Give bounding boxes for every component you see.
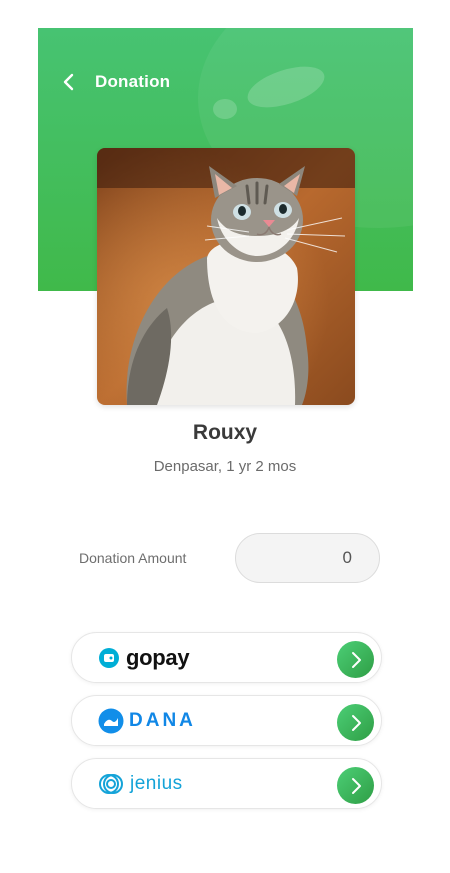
payment-option-jenius[interactable]: jenius bbox=[71, 758, 382, 809]
pet-photo bbox=[97, 148, 355, 405]
jenius-logo-icon bbox=[99, 774, 123, 794]
jenius-logo: jenius bbox=[98, 770, 183, 798]
payment-label: jenius bbox=[130, 773, 183, 794]
payment-label: gopay bbox=[126, 645, 190, 670]
proceed-button[interactable] bbox=[337, 641, 374, 678]
payment-option-gopay[interactable]: gopay bbox=[71, 632, 382, 683]
chevron-right-icon bbox=[351, 777, 361, 794]
payment-option-dana[interactable]: DANA bbox=[71, 695, 382, 746]
chevron-right-icon bbox=[351, 651, 361, 668]
donation-amount-input[interactable] bbox=[235, 533, 380, 583]
gopay-logo: gopay bbox=[98, 644, 190, 672]
proceed-button[interactable] bbox=[337, 704, 374, 741]
proceed-button[interactable] bbox=[337, 767, 374, 804]
cat-image bbox=[97, 148, 355, 405]
chevron-left-icon bbox=[63, 73, 74, 91]
donation-amount-label: Donation Amount bbox=[79, 550, 187, 566]
page-title: Donation bbox=[95, 72, 171, 91]
header-decoration bbox=[213, 99, 237, 119]
gopay-logo-icon bbox=[99, 648, 119, 668]
dana-logo: DANA bbox=[98, 707, 196, 735]
pet-location-age: Denpasar, 1 yr 2 mos bbox=[153, 458, 297, 475]
back-button[interactable] bbox=[62, 72, 78, 92]
dana-logo-icon bbox=[98, 708, 124, 734]
payment-label: DANA bbox=[129, 710, 196, 731]
chevron-right-icon bbox=[351, 714, 361, 731]
pet-name: Rouxy bbox=[192, 421, 258, 444]
